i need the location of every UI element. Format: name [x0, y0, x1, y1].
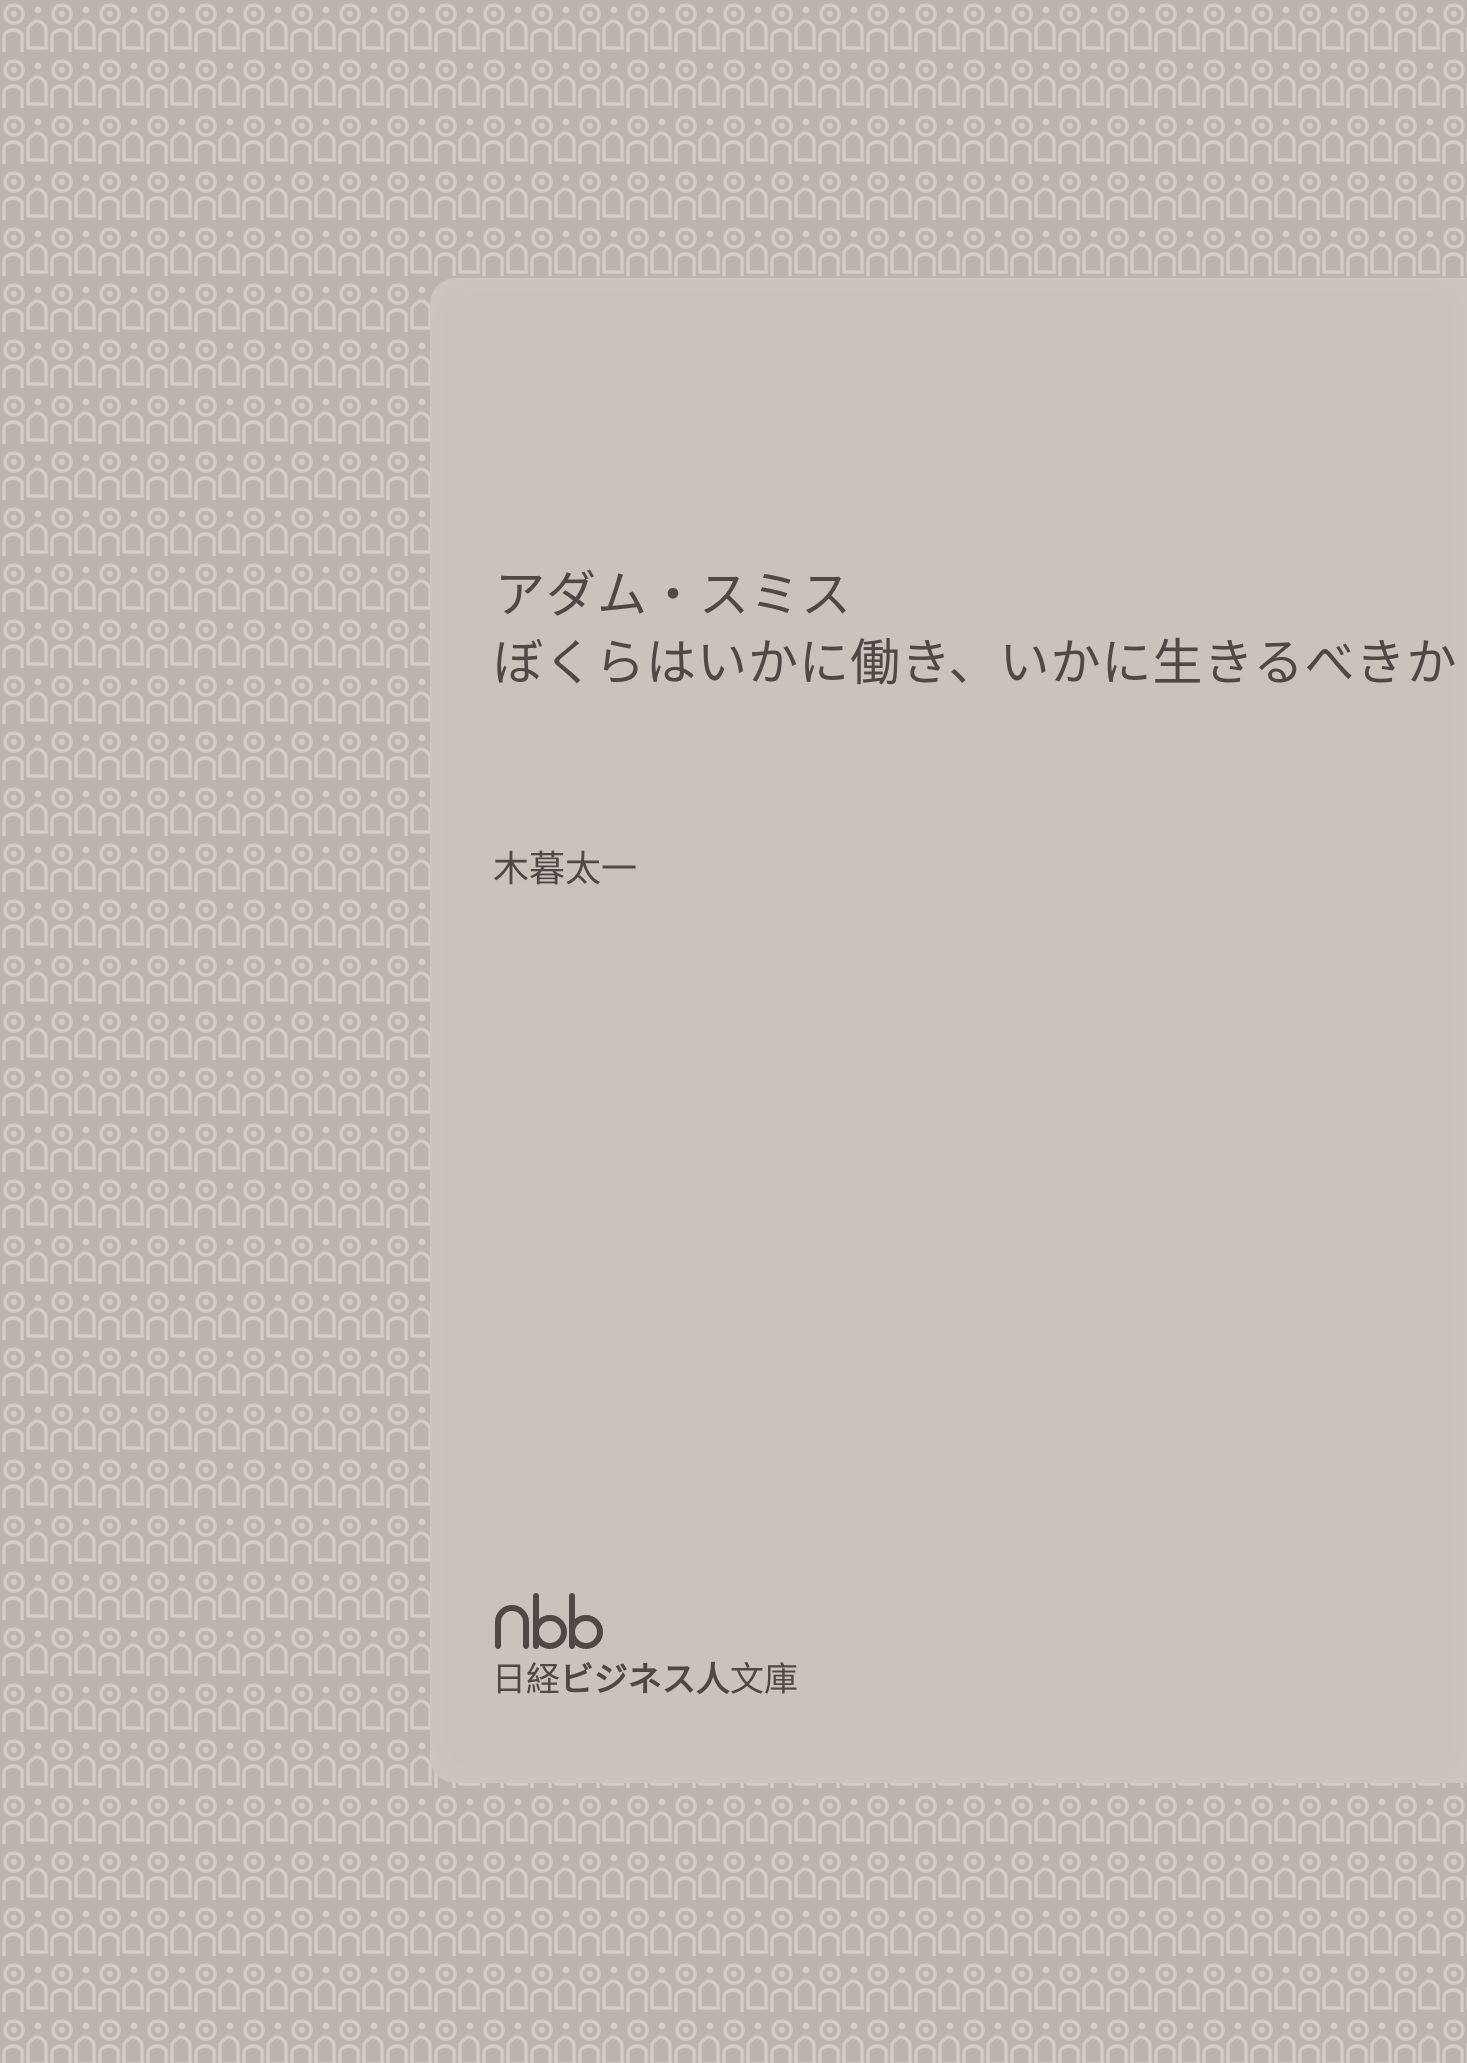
book-cover: アダム・スミス ぼくらはいかに働き、いかに生きるべきか 木暮太一 日経ビジネス人…	[0, 0, 1467, 2063]
author-name: 木暮太一	[493, 849, 638, 890]
imprint-label: 日経ビジネス人文庫	[492, 1660, 798, 1700]
nbb-logo-icon	[495, 1593, 603, 1649]
title-line-1: アダム・スミス	[495, 566, 852, 624]
imprint-suffix: 文庫	[730, 1660, 798, 1700]
title-line-2: ぼくらはいかに働き、いかに生きるべきか	[493, 634, 1458, 692]
imprint-prefix: 日経	[492, 1660, 560, 1700]
title-panel	[430, 278, 1467, 1783]
imprint-bold: ビジネス人	[560, 1660, 730, 1700]
